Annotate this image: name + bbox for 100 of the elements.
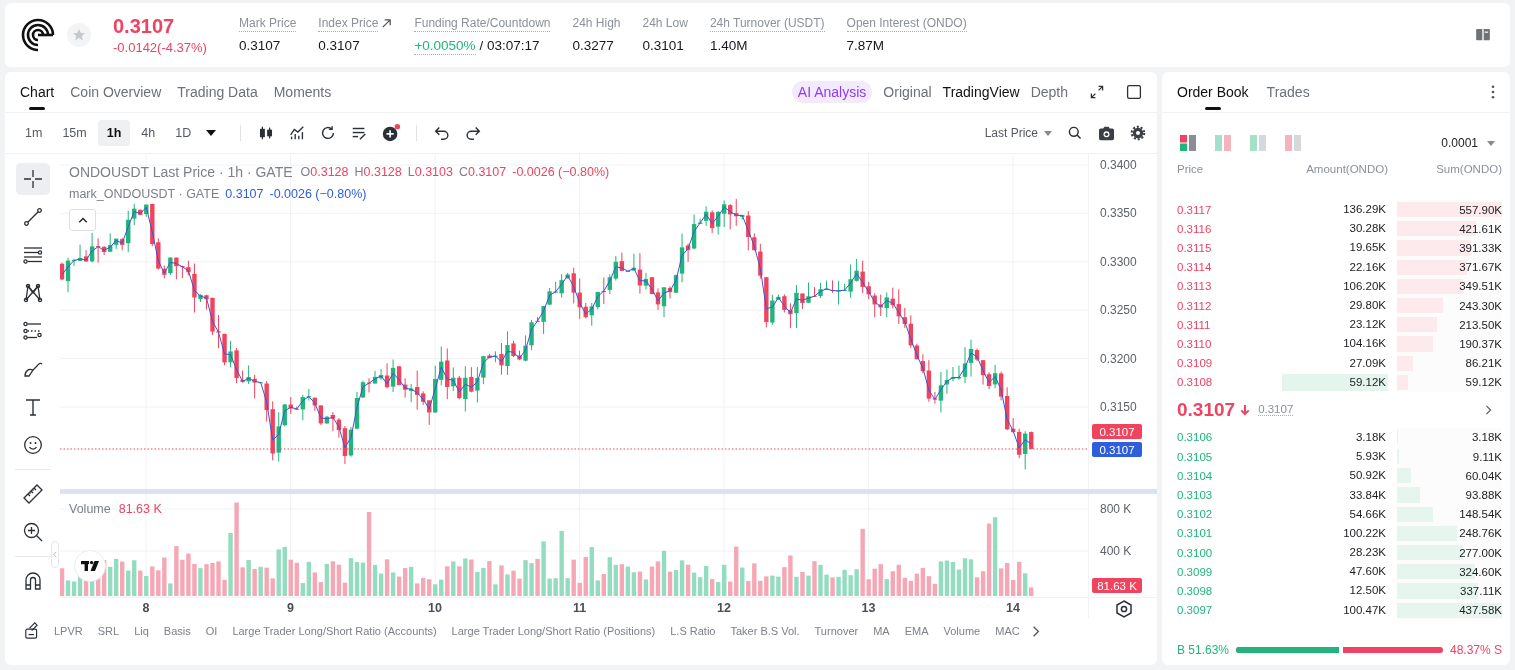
stat-label: Open Interest (ONDO) [846, 15, 967, 32]
indicator-option[interactable]: LPVR [54, 625, 83, 637]
indicator-option[interactable]: Basis [163, 625, 191, 637]
interval-button[interactable]: 15m [53, 120, 96, 146]
ask-price[interactable]: 0.3112 [1177, 299, 1273, 312]
interval-button[interactable]: 4h [132, 120, 165, 146]
buy-ratio: B 51.63% [1177, 643, 1230, 657]
bid-price[interactable]: 0.3103 [1177, 489, 1273, 502]
redo-icon[interactable] [464, 124, 483, 142]
ask-price[interactable]: 0.3109 [1177, 357, 1273, 370]
ask-amount: 27.09K [1348, 355, 1387, 371]
book-layout-icon[interactable] [1180, 135, 1196, 151]
crosshair-icon [22, 169, 43, 189]
chart-tab[interactable]: Coin Overview [70, 72, 162, 112]
bid-sum: 324.60K [1459, 565, 1502, 578]
indicator-option[interactable]: EMA [904, 625, 929, 637]
indicator-option[interactable]: MA [873, 625, 890, 637]
indicator-option[interactable]: Liq [134, 625, 149, 637]
ask-price[interactable]: 0.3115 [1177, 241, 1273, 254]
indicator-option[interactable]: L.S Ratio [670, 625, 716, 637]
indicator-option[interactable]: Large Trader Long/Short Ratio (Positions) [451, 625, 656, 637]
order-book-tab[interactable]: Trades [1266, 72, 1310, 112]
ask-amount: 59.12K [1282, 373, 1388, 391]
caret-down-icon[interactable] [206, 130, 217, 136]
stat-label: 24h Low [642, 15, 688, 32]
chart-tab[interactable]: Moments [273, 72, 332, 112]
ask-price[interactable]: 0.3114 [1177, 261, 1273, 274]
arrow-up-right-icon[interactable] [381, 18, 393, 29]
chart-tab[interactable]: Trading Data [177, 72, 258, 112]
order-book-tab[interactable]: Order Book [1177, 72, 1249, 112]
indicator-option[interactable]: SRL [97, 625, 120, 637]
view-mode-tab[interactable]: Depth [1030, 81, 1068, 103]
sell-ratio: 48.37% S [1449, 643, 1502, 657]
bid-amount: 12.50K [1348, 583, 1387, 599]
chevron-right-icon[interactable] [1485, 403, 1492, 416]
ask-price[interactable]: 0.3110 [1177, 337, 1273, 350]
indicator-option[interactable]: Taker B.S Vol. [730, 625, 800, 637]
ask-price[interactable]: 0.3111 [1177, 318, 1273, 331]
collapse-button[interactable] [69, 209, 96, 231]
bid-price[interactable]: 0.3097 [1177, 604, 1273, 617]
indicator-option[interactable]: OI [205, 625, 218, 637]
view-mode-tab[interactable]: AI Analysis [791, 81, 873, 103]
indicator-option[interactable]: Turnover [814, 625, 859, 637]
kebab-menu-icon[interactable] [1491, 85, 1495, 99]
ask-price[interactable]: 0.3117 [1177, 203, 1273, 216]
stat-label: Mark Price [239, 15, 297, 32]
settings-icon[interactable] [1130, 125, 1146, 141]
price-axis-label: 0.3150 [1100, 400, 1137, 414]
ask-sum: 557.90K [1459, 203, 1502, 216]
bid-price[interactable]: 0.3104 [1177, 469, 1273, 482]
stat-value: 0.3277 [572, 36, 614, 54]
column-header: Amount(ONDO) [1305, 163, 1388, 175]
bid-price[interactable]: 0.3100 [1177, 546, 1273, 559]
ask-price[interactable]: 0.3116 [1177, 222, 1273, 235]
bid-amount: 100.22K [1342, 525, 1387, 541]
bid-price[interactable]: 0.3106 [1177, 431, 1273, 444]
time-axis-label: 11 [572, 601, 587, 615]
stat-value: 1.40M [709, 36, 748, 54]
interval-button[interactable]: 1m [16, 120, 52, 146]
interval-button[interactable]: 1h [97, 120, 131, 146]
undo-icon[interactable] [433, 124, 452, 142]
settings-icon[interactable] [1116, 600, 1132, 618]
book-icon[interactable] [1476, 29, 1490, 41]
mark-change-value: -0.0026 (−0.80%) [269, 187, 367, 201]
ask-amount: 30.28K [1348, 221, 1387, 237]
last-price: 0.3107 [113, 14, 176, 37]
price-change-value: -0.0026 (−0.80%) [512, 165, 610, 179]
ask-price[interactable]: 0.3108 [1177, 376, 1273, 389]
interval-button[interactable]: 1D [166, 120, 201, 146]
plus-circle-icon[interactable] [381, 123, 402, 143]
time-axis-label: 12 [717, 601, 731, 615]
bid-price[interactable]: 0.3105 [1177, 450, 1273, 463]
indicator-option[interactable]: Volume [943, 625, 981, 637]
bid-price[interactable]: 0.3098 [1177, 584, 1273, 597]
ohlc-value: L0.3103 [407, 165, 453, 179]
volume-title: Volume [69, 502, 111, 516]
square-icon[interactable] [1126, 84, 1142, 100]
indicator-option[interactable]: MAC [995, 625, 1020, 637]
logo-icon[interactable] [20, 17, 56, 53]
ask-price[interactable]: 0.3113 [1177, 280, 1273, 293]
trend-line-icon [22, 207, 43, 227]
bid-amount: 54.66K [1348, 506, 1387, 522]
dotted-lines-icon [22, 321, 43, 341]
stat-value: 0.3107 [239, 36, 281, 54]
indicator-option[interactable]: Large Trader Long/Short Ratio (Accounts) [232, 625, 437, 637]
ask-amount: 106.20K [1342, 278, 1387, 294]
drawing-tool-button[interactable] [15, 163, 50, 195]
view-mode-tab[interactable]: Original [883, 81, 932, 103]
camera-icon[interactable] [1098, 125, 1115, 141]
chart-tab[interactable]: Chart [20, 72, 55, 112]
chevron-right-icon[interactable] [1031, 624, 1040, 638]
chart-logo-icon[interactable] [74, 550, 106, 582]
search-icon[interactable] [1067, 125, 1083, 141]
view-mode-tab[interactable]: TradingView [942, 81, 1020, 103]
price-source-dropdown[interactable]: Last Price [984, 126, 1052, 140]
precision-dropdown[interactable]: 0.0001 [1441, 136, 1495, 150]
expand-icon[interactable] [1089, 84, 1105, 100]
bid-price[interactable]: 0.3101 [1177, 527, 1273, 540]
bid-price[interactable]: 0.3102 [1177, 508, 1273, 521]
bid-price[interactable]: 0.3099 [1177, 565, 1273, 578]
